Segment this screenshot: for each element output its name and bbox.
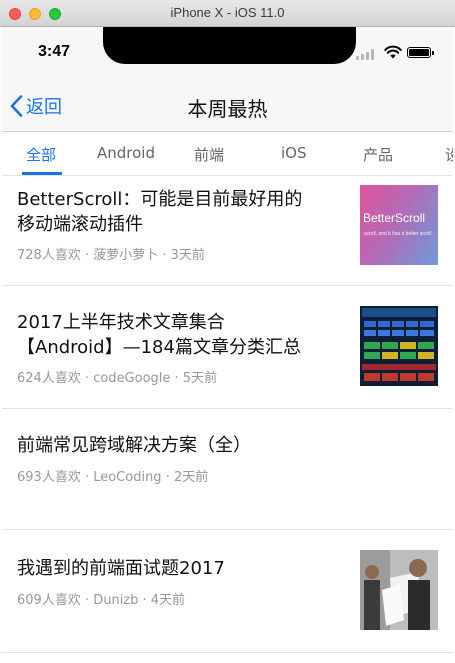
article-item[interactable]: 2017上半年技术文章集合【Android】—184篇文章分类汇总 624人喜欢…	[2, 285, 453, 409]
tab-frontend[interactable]: 前端	[194, 144, 224, 165]
article-title: 2017上半年技术文章集合【Android】—184篇文章分类汇总	[17, 312, 301, 358]
article-title: 前端常见跨域解决方案（全）	[17, 435, 251, 456]
tab-design[interactable]: 设	[445, 144, 453, 165]
article-meta: 624人喜欢 · codeGoogle · 5天前	[17, 371, 218, 386]
tab-product[interactable]: 产品	[363, 144, 393, 165]
article-item[interactable]: BetterScroll：可能是目前最好用的移动端滚动插件 728人喜欢 · 菠…	[2, 176, 453, 286]
article-meta: 728人喜欢 · 菠萝小萝卜 · 3天前	[17, 248, 205, 263]
status-time: 3:47	[38, 43, 71, 60]
photo-thumbnail-image	[360, 550, 438, 630]
device-notch	[103, 27, 356, 64]
article-title: BetterScroll：可能是目前最好用的移动端滚动插件	[17, 189, 303, 235]
battery-icon	[407, 47, 434, 58]
article-item[interactable]: 前端常见跨域解决方案（全） 693人喜欢 · LeoCoding · 2天前	[2, 408, 453, 530]
thumbnail-subtext: scroll, and it has a better scroll	[364, 231, 432, 237]
article-meta: 609人喜欢 · Dunizb · 4天前	[17, 593, 186, 608]
tab-android[interactable]: Android	[97, 144, 155, 162]
page-title: 本周最热	[187, 97, 268, 121]
article-item[interactable]: 我遇到的前端面试题2017 609人喜欢 · Dunizb · 4天前	[2, 529, 453, 653]
tab-ios[interactable]: iOS	[281, 144, 307, 162]
simulator-title-bar: iPhone X - iOS 11.0	[0, 0, 455, 27]
article-thumbnail	[360, 550, 438, 630]
window-title: iPhone X - iOS 11.0	[170, 5, 285, 20]
article-thumbnail	[360, 306, 438, 386]
active-tab-indicator	[22, 172, 62, 175]
article-thumbnail: BetterScroll scroll, and it has a better…	[360, 185, 438, 265]
device-screen: 3:47 返回 本周最热 全部 Android 前端 iOS 产品 Better…	[0, 27, 455, 663]
article-meta: 693人喜欢 · LeoCoding · 2天前	[17, 470, 209, 485]
article-title: 我遇到的前端面试题2017	[17, 558, 225, 579]
wifi-icon	[384, 45, 402, 59]
thumbnail-text: BetterScroll	[363, 211, 426, 225]
navigation-bar: 返回 本周最热	[2, 80, 453, 132]
tab-all[interactable]: 全部	[26, 144, 56, 165]
cellular-signal-icon	[356, 49, 378, 60]
category-tabs: 全部 Android 前端 iOS 产品 设	[2, 132, 453, 176]
diagram-thumbnail-image	[362, 308, 436, 381]
